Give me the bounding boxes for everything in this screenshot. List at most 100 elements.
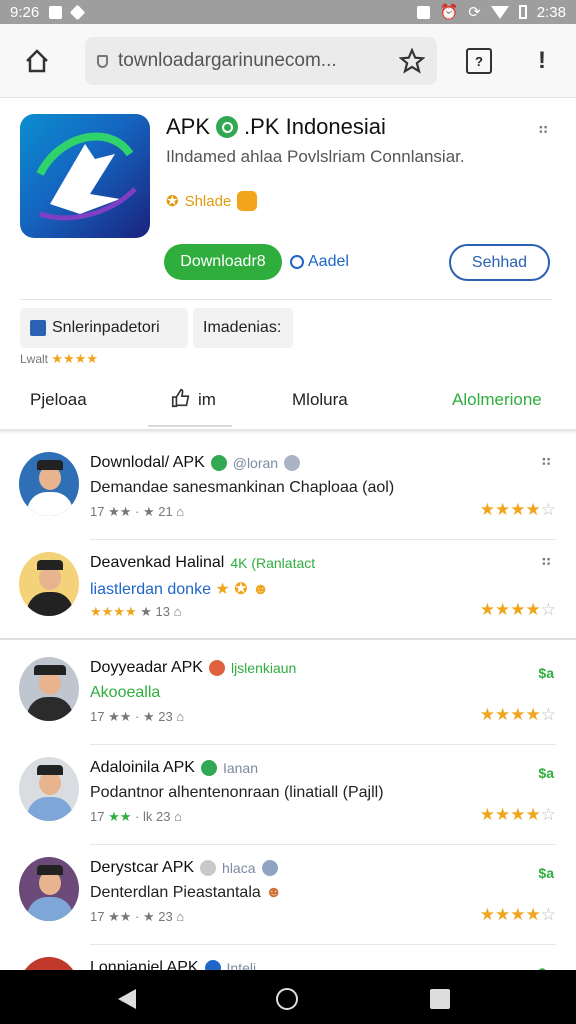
- status-time-left: 9:26: [10, 3, 40, 21]
- tab-overview[interactable]: Pjeloaa: [30, 375, 87, 425]
- item-title: Adaloinila APK: [90, 759, 195, 776]
- more-options-icon[interactable]: ⠶: [540, 454, 552, 470]
- location-icon: [69, 4, 86, 20]
- emoji-icon: ☻: [265, 884, 283, 901]
- recents-icon[interactable]: [430, 989, 450, 1009]
- verified-icon: [200, 760, 217, 776]
- meta-stars: ★★★★: [90, 604, 137, 619]
- globe-icon: [261, 860, 278, 876]
- region-chip[interactable]: Imadenias:: [193, 308, 293, 348]
- emoji-icons: ★ ✪ ☻: [215, 581, 269, 598]
- item-meta: 17 ★★ · ★ 23 ⌂: [90, 909, 185, 924]
- rating-prefix: Lwalt: [20, 352, 49, 366]
- meta-value: 23: [158, 709, 173, 724]
- item-meta: 17 ★★ · ★ 23 ⌂: [90, 709, 185, 724]
- verified-icon: [216, 116, 239, 138]
- rating-empty-star: ☆: [540, 905, 556, 924]
- home-circle-icon[interactable]: [276, 988, 298, 1010]
- app-title-b: .PK Indonesiai: [244, 114, 386, 139]
- item-rating: ★★★★☆: [480, 805, 556, 825]
- item-title: Lonnianiel APK: [90, 959, 199, 970]
- avatar: [19, 452, 79, 516]
- meta-count: 17: [90, 809, 105, 824]
- avatar: [19, 957, 79, 970]
- app-title-a: APK: [166, 114, 211, 139]
- rating-stars: ★★★★: [479, 805, 541, 824]
- item-description-row: Denterdlan Pieastantala ☻: [90, 884, 282, 902]
- bookmark-star-icon[interactable]: [397, 46, 427, 76]
- more-options-icon[interactable]: ⠶: [537, 122, 550, 138]
- notification-icon: [49, 5, 63, 19]
- list-item[interactable]: Lonnianiel APK Inteli $a: [0, 945, 576, 970]
- category-chip[interactable]: Snlerinpadetori: [20, 308, 188, 348]
- status-time-right: 2:38: [536, 3, 566, 21]
- item-title-row: Downlodal/ APK @loran: [90, 454, 301, 472]
- download-button[interactable]: Downloadr8: [164, 244, 282, 280]
- tab-information[interactable]: Alolmerione: [452, 375, 542, 425]
- wifi-icon: [490, 5, 509, 19]
- app-header: APK .PK Indonesiai ⠶ Ilndamed ahlaa Povl…: [0, 98, 576, 433]
- rating-stars: ★★★★: [479, 905, 541, 924]
- meta-count: 17: [90, 709, 105, 724]
- home-icon[interactable]: [22, 46, 52, 76]
- tab-reviews[interactable]: im: [170, 375, 216, 425]
- item-meta: 17 ★★ · ★ 21 ⌂: [90, 504, 185, 519]
- url-field[interactable]: townloadargarinunecom...: [85, 37, 437, 85]
- meta-value: 13: [155, 604, 170, 619]
- chip-label: Imadenias:: [203, 319, 282, 336]
- rating-stars: ★★★★: [479, 500, 541, 519]
- item-tag: hlaca: [222, 860, 256, 876]
- coin-icon: [237, 191, 258, 211]
- item-rating: ★★★★☆: [480, 705, 556, 725]
- item-tag: @loran: [232, 455, 279, 471]
- item-tag: Inteli: [226, 960, 257, 970]
- back-icon[interactable]: [118, 989, 136, 1009]
- developer-name: Shlade: [184, 192, 232, 210]
- info-icon: [200, 860, 217, 876]
- item-title-row: Deavenkad Halinal 4K (Ranlatact: [90, 554, 315, 572]
- rating-empty-star: ☆: [540, 805, 556, 824]
- thumb-icon: [170, 387, 192, 414]
- meta-value: lk 23: [142, 809, 171, 824]
- rating-empty-star: ☆: [540, 500, 556, 519]
- tab-label: Mlolura: [292, 390, 348, 409]
- list-item[interactable]: Doyyeadar APK ljslenkiaun $a Akooealla 1…: [0, 645, 576, 745]
- avatar: [19, 552, 79, 616]
- meta-value: 23: [158, 909, 173, 924]
- info-icon: [204, 960, 221, 970]
- item-title: Derystcar APK: [90, 859, 195, 876]
- status-bar: 9:26 ⏰ ⟳ 2:38: [0, 0, 576, 24]
- battery-icon: [518, 5, 527, 19]
- item-title: Downlodal/ APK: [90, 454, 205, 471]
- list-item[interactable]: Adaloinila APK Ianan $a Podantnor alhent…: [0, 745, 576, 845]
- list-item[interactable]: Deavenkad Halinal 4K (Ranlatact ⠶ liastl…: [0, 540, 576, 640]
- add-button[interactable]: Aadel: [290, 253, 349, 271]
- more-options-icon[interactable]: ⠶: [540, 554, 552, 570]
- list-item[interactable]: Downlodal/ APK @loran ⠶ Demandae sanesma…: [0, 440, 576, 540]
- tab-switcher-button[interactable]: ?: [466, 48, 492, 74]
- app-icon: [20, 114, 150, 238]
- info-icon: [284, 455, 301, 471]
- rating-stars: ★★★★: [479, 705, 541, 724]
- item-rating: ★★★★☆: [480, 600, 556, 620]
- browser-toolbar: townloadargarinunecom... ? !: [0, 24, 576, 98]
- sync-icon: ⟳: [468, 4, 481, 21]
- tab-label: im: [198, 390, 216, 409]
- list-item[interactable]: Derystcar APK hlaca $a Denterdlan Pieast…: [0, 845, 576, 945]
- share-button[interactable]: Sehhad: [449, 244, 550, 281]
- item-description: Demandae sanesmankinan Chaploaa (aol): [90, 479, 395, 496]
- rating-empty-star: ☆: [540, 600, 556, 619]
- developer-link[interactable]: ✪ Shlade: [166, 191, 258, 211]
- item-description: Akooealla: [90, 684, 161, 701]
- developer-icon: ✪: [166, 193, 179, 210]
- menu-button[interactable]: !: [532, 46, 552, 76]
- meta-count: 17: [90, 504, 105, 519]
- item-description: Denterdlan Pieastantala: [90, 884, 261, 901]
- app-subtitle: Ilndamed ahlaa Povlslriam Connlansiar.: [166, 147, 465, 166]
- verified-icon: [210, 455, 227, 471]
- rating-summary: Lwalt ★★★★: [20, 351, 98, 367]
- tab-more[interactable]: Mlolura: [292, 375, 348, 425]
- rating-stars: ★★★★: [51, 351, 98, 366]
- avatar: [19, 857, 79, 921]
- meta-count: 17: [90, 909, 105, 924]
